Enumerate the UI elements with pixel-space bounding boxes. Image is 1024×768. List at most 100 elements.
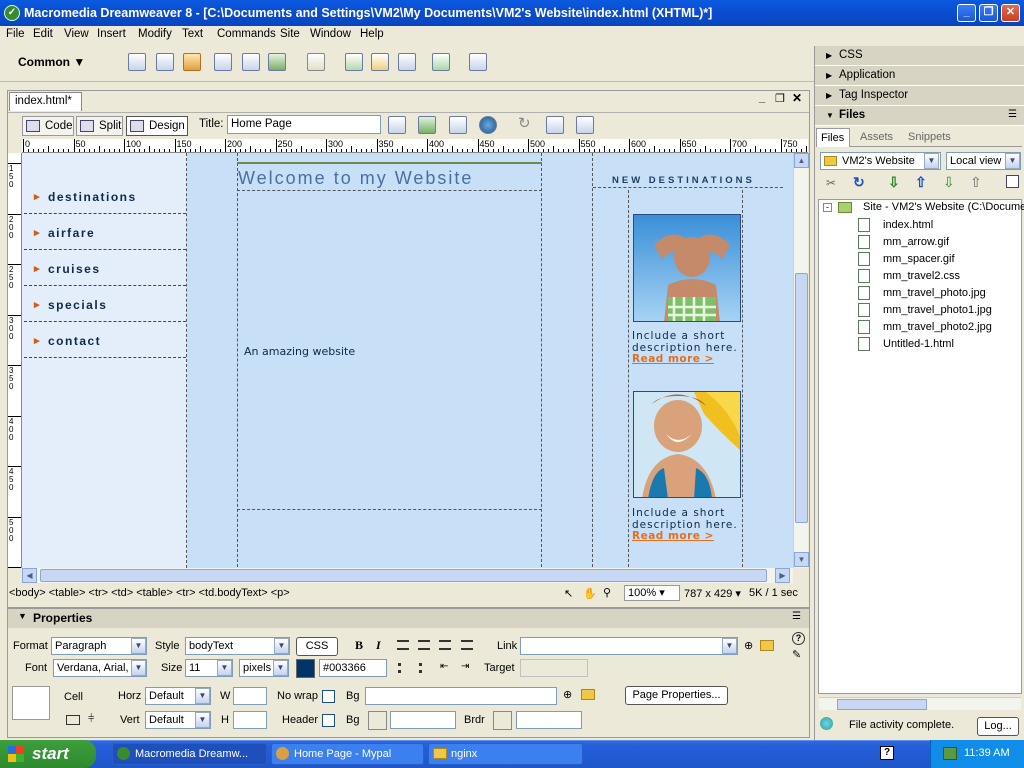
file-item[interactable]: index.html: [883, 219, 933, 231]
media-icon[interactable]: [307, 53, 325, 71]
network-tray-icon[interactable]: [943, 747, 957, 760]
bg-point-to-file-icon[interactable]: ⊕: [563, 688, 572, 701]
split-view-button[interactable]: Split: [76, 116, 123, 136]
bg-browse-folder-icon[interactable]: [581, 689, 595, 700]
split-cell-icon[interactable]: ⫩: [88, 713, 94, 726]
point-to-file-icon[interactable]: ⊕: [744, 639, 753, 652]
css-button[interactable]: CSS: [296, 637, 338, 656]
help-tray-icon[interactable]: ?: [880, 746, 894, 760]
application-panel-header[interactable]: Application: [815, 66, 1024, 86]
menu-site[interactable]: Site: [280, 28, 300, 40]
menu-modify[interactable]: Modify: [138, 28, 172, 40]
files-scroll-thumb[interactable]: [837, 699, 927, 710]
vertical-scroll-thumb[interactable]: [795, 273, 808, 523]
format-dropdown-icon[interactable]: ▼: [131, 638, 146, 654]
nav-item-contact[interactable]: contact: [24, 326, 186, 358]
doc-close-button[interactable]: ✕: [792, 91, 802, 105]
site-dropdown-icon[interactable]: ▼: [924, 153, 939, 169]
minimize-button[interactable]: _: [957, 4, 976, 22]
site-select[interactable]: VM2's Website: [820, 152, 941, 170]
check-browser-icon[interactable]: [388, 116, 406, 134]
tab-files[interactable]: Files: [816, 128, 850, 147]
scroll-up-button[interactable]: ▲: [794, 153, 809, 168]
read-more-link-2[interactable]: Read more >: [632, 530, 714, 542]
border-color-input[interactable]: [516, 711, 582, 729]
file-item[interactable]: mm_travel_photo2.jpg: [883, 321, 992, 333]
quick-tag-editor-icon[interactable]: ✎: [792, 648, 801, 661]
menu-commands[interactable]: Commands: [217, 28, 276, 40]
bold-button[interactable]: B: [355, 638, 363, 653]
horz-dropdown-icon[interactable]: ▼: [195, 688, 210, 704]
connect-icon[interactable]: ✂: [826, 176, 836, 190]
style-dropdown-icon[interactable]: ▼: [274, 638, 289, 654]
read-more-link-1[interactable]: Read more >: [632, 353, 714, 365]
bg-color-input[interactable]: [390, 711, 456, 729]
menu-insert[interactable]: Insert: [97, 28, 126, 40]
check-in-icon[interactable]: ⇧: [970, 174, 982, 191]
file-item[interactable]: mm_travel_photo1.jpg: [883, 304, 992, 316]
menu-file[interactable]: File: [6, 28, 25, 40]
menu-text[interactable]: Text: [182, 28, 203, 40]
visual-aids-icon[interactable]: [576, 116, 594, 134]
task-dreamweaver[interactable]: Macromedia Dreamw...: [112, 743, 267, 765]
tag-inspector-panel-header[interactable]: Tag Inspector: [815, 86, 1024, 106]
ordered-list-icon[interactable]: [419, 663, 431, 673]
width-input[interactable]: [233, 687, 267, 705]
panel-options-icon[interactable]: ☰: [792, 611, 801, 622]
hand-tool-icon[interactable]: ✋: [583, 587, 597, 600]
window-size-menu[interactable]: 787 x 429 ▾: [684, 587, 741, 600]
browse-folder-icon[interactable]: [760, 640, 774, 651]
table-icon[interactable]: [214, 53, 232, 71]
expand-panel-icon[interactable]: [1006, 175, 1019, 188]
start-button[interactable]: start: [0, 740, 96, 768]
tab-snippets[interactable]: Snippets: [908, 131, 951, 143]
image-icon[interactable]: [268, 53, 286, 71]
comment-icon[interactable]: [398, 53, 416, 71]
globe-icon[interactable]: [479, 116, 497, 134]
menu-window[interactable]: Window: [310, 28, 351, 40]
date-icon[interactable]: [345, 53, 363, 71]
insert-category-menu[interactable]: Common ▼: [18, 55, 85, 69]
align-left-icon[interactable]: [397, 640, 409, 650]
nav-item-cruises[interactable]: cruises: [24, 254, 186, 286]
properties-header[interactable]: ▼ Properties ☰: [8, 609, 809, 628]
font-dropdown-icon[interactable]: ▼: [131, 660, 146, 676]
files-panel-options-icon[interactable]: ☰: [1008, 109, 1017, 120]
menu-edit[interactable]: Edit: [33, 28, 53, 40]
align-center-icon[interactable]: [418, 640, 430, 650]
sidebar-heading[interactable]: NEW DESTINATIONS: [612, 175, 755, 186]
target-select[interactable]: [520, 659, 588, 677]
link-input[interactable]: [520, 637, 738, 655]
code-view-button[interactable]: Code: [22, 116, 74, 136]
tag-chooser-icon[interactable]: [469, 53, 487, 71]
page-title-input[interactable]: Home Page: [227, 115, 381, 134]
body-text[interactable]: An amazing website: [244, 345, 355, 358]
css-panel-header[interactable]: CSS: [815, 46, 1024, 66]
design-view-button[interactable]: Design: [126, 116, 188, 136]
check-out-icon[interactable]: ⇩: [943, 174, 955, 191]
bg-color-swatch[interactable]: [368, 711, 387, 730]
align-right-icon[interactable]: [439, 640, 451, 650]
doc-restore-button[interactable]: ❐: [775, 92, 785, 105]
nav-item-airfare[interactable]: airfare: [24, 218, 186, 250]
file-item[interactable]: mm_travel2.css: [883, 270, 960, 282]
link-dropdown-icon[interactable]: ▼: [722, 638, 737, 654]
maximize-button[interactable]: ❐: [979, 4, 998, 22]
task-nginx-folder[interactable]: nginx: [428, 743, 583, 765]
hyperlink-icon[interactable]: [128, 53, 146, 71]
put-files-icon[interactable]: ⇧: [915, 174, 927, 191]
scroll-left-button[interactable]: ◀: [22, 568, 37, 583]
horizontal-scrollbar[interactable]: ◀ ▶: [22, 568, 793, 583]
border-color-swatch[interactable]: [493, 711, 512, 730]
zoom-tool-icon[interactable]: ⚲: [603, 586, 611, 599]
site-root-label[interactable]: Site - VM2's Website (C:\Documen: [863, 201, 1024, 213]
scroll-down-button[interactable]: ▼: [794, 552, 809, 567]
close-button[interactable]: ✕: [1001, 4, 1020, 22]
zoom-select[interactable]: 100% ▾: [624, 585, 680, 601]
vert-dropdown-icon[interactable]: ▼: [195, 712, 210, 728]
page-heading[interactable]: Welcome to my Website: [238, 168, 473, 189]
menu-view[interactable]: View: [64, 28, 89, 40]
file-item[interactable]: mm_arrow.gif: [883, 236, 949, 248]
vertical-scrollbar[interactable]: ▲ ▼: [793, 153, 809, 568]
help-icon[interactable]: ?: [792, 632, 805, 645]
